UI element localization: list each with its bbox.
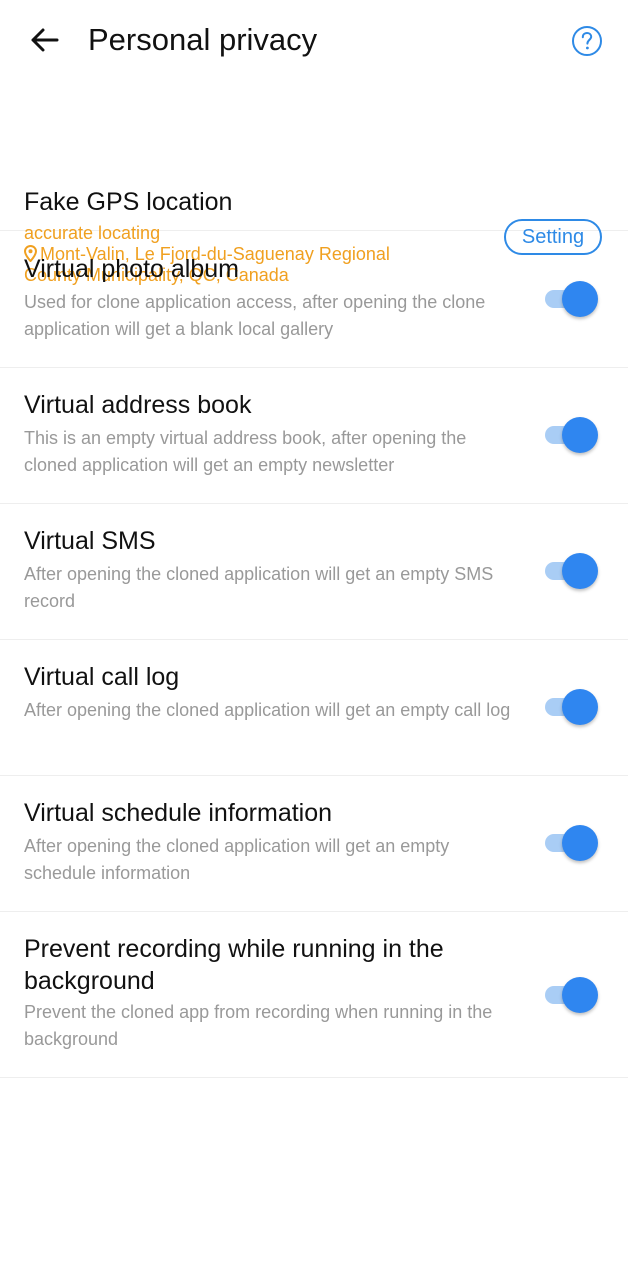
setting-toggle-virtual-schedule-information[interactable] — [545, 825, 598, 861]
setting-toggle-virtual-address-book[interactable] — [545, 417, 598, 453]
setting-description: Prevent the cloned app from recording wh… — [24, 1002, 493, 1049]
setting-row-virtual-address-book: Virtual address book This is an empty vir… — [0, 367, 628, 504]
setting-title: Prevent recording while running in the b… — [24, 935, 444, 995]
app-header: Personal privacy — [0, 0, 628, 82]
setting-toggle-virtual-photo-album[interactable] — [545, 281, 598, 317]
setting-row-virtual-call-log: Virtual call log After opening the cloned… — [0, 639, 628, 776]
toggle-knob — [562, 417, 598, 453]
setting-title: Virtual schedule information — [24, 799, 333, 827]
help-button[interactable] — [571, 25, 603, 57]
setting-description: After opening the cloned application wil… — [24, 836, 450, 883]
question-circle-icon — [572, 26, 602, 56]
setting-title: Virtual call log — [24, 663, 180, 691]
setting-description: After opening the cloned application wil… — [24, 564, 494, 611]
setting-toggle-prevent-background-recording[interactable] — [545, 977, 598, 1013]
setting-title: Virtual address book — [24, 391, 252, 419]
setting-row-virtual-photo-album: Virtual photo album Used for clone applic… — [0, 231, 628, 368]
setting-description: This is an empty virtual address book, a… — [24, 428, 467, 475]
setting-description: Used for clone application access, after… — [24, 292, 486, 339]
toggle-knob — [562, 281, 598, 317]
gps-title: Fake GPS location — [24, 188, 233, 216]
setting-title: Virtual SMS — [24, 527, 156, 555]
fake-gps-location-row: Fake GPS location accurate locating Mont… — [0, 82, 628, 285]
setting-toggle-virtual-call-log[interactable] — [545, 689, 598, 725]
setting-row-virtual-sms: Virtual SMS After opening the cloned appl… — [0, 503, 628, 640]
toggle-knob — [562, 689, 598, 725]
toggle-knob — [562, 553, 598, 589]
setting-title: Virtual photo album — [24, 255, 239, 283]
setting-row-virtual-schedule-information: Virtual schedule information After openin… — [0, 775, 628, 912]
back-button[interactable] — [22, 22, 66, 58]
page-title: Personal privacy — [88, 22, 318, 57]
setting-toggle-virtual-sms[interactable] — [545, 553, 598, 589]
toggle-knob — [562, 977, 598, 1013]
arrow-left-icon — [31, 28, 59, 52]
setting-description: After opening the cloned application wil… — [24, 700, 511, 720]
setting-row-prevent-background-recording: Prevent recording while running in the b… — [0, 911, 628, 1078]
toggle-knob — [562, 825, 598, 861]
